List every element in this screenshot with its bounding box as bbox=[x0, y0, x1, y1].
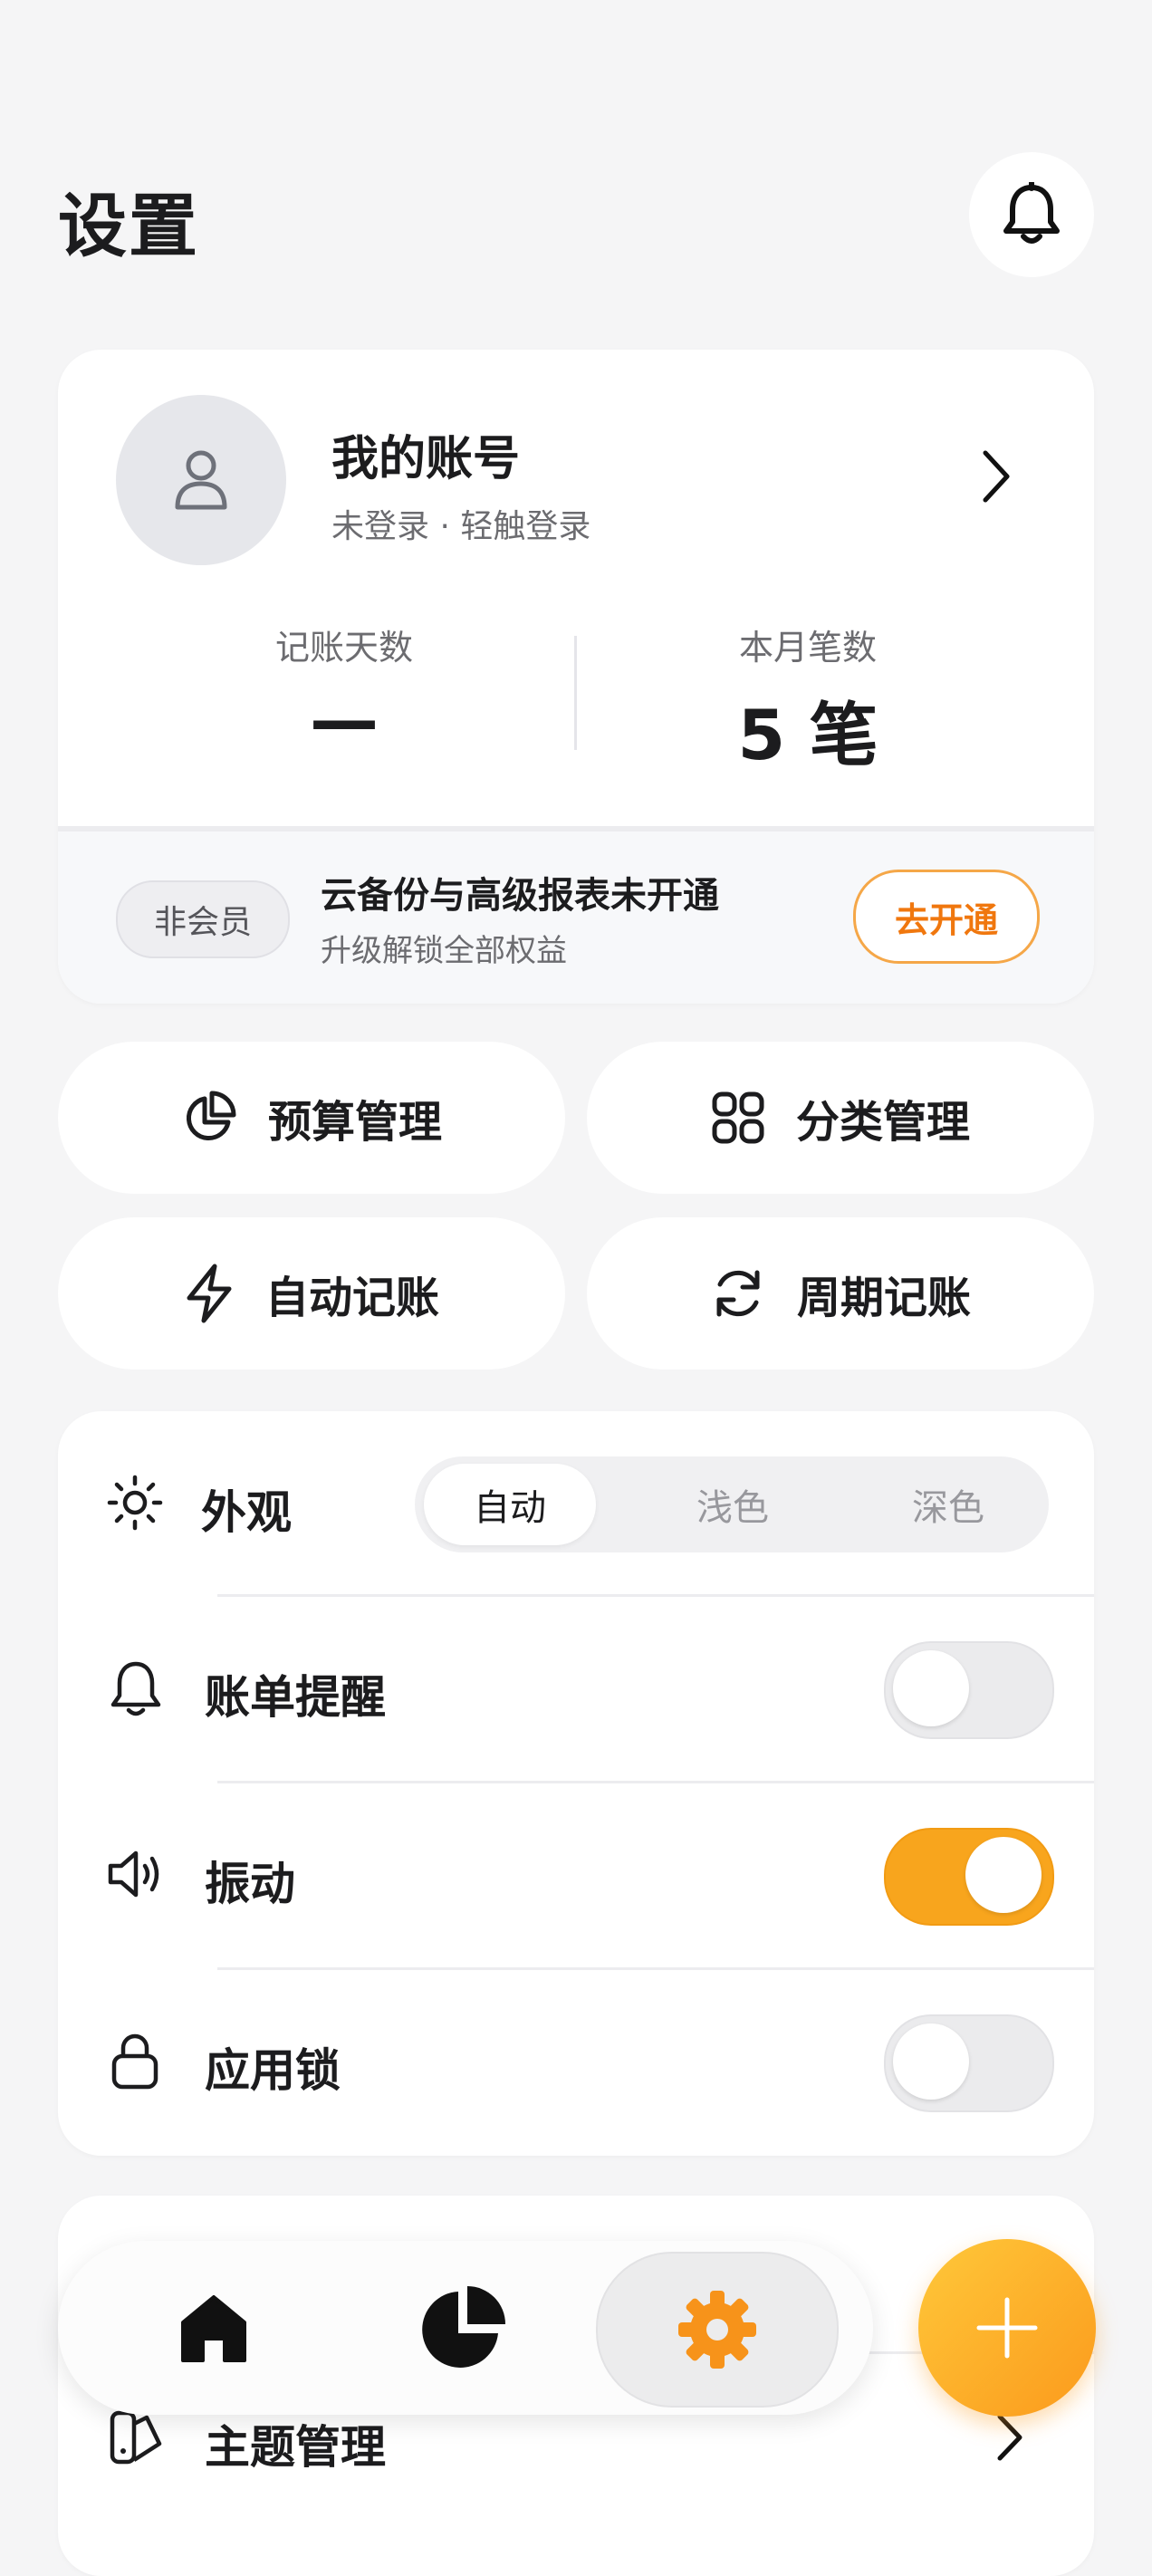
nav-statistics[interactable] bbox=[344, 2252, 583, 2404]
bell-icon bbox=[109, 1659, 163, 1719]
pie-chart-icon bbox=[181, 1090, 237, 1146]
theme-management-label: 主题管理 bbox=[205, 2421, 386, 2474]
toggle-knob bbox=[965, 1837, 1042, 1913]
toggle-knob bbox=[893, 1650, 969, 1726]
stat-label-entries: 本月笔数 bbox=[738, 628, 877, 668]
vibration-label: 振动 bbox=[205, 1858, 295, 1910]
nav-settings[interactable] bbox=[596, 2252, 839, 2408]
settings-card: 外观 自动 浅色 深色 账单提醒 振动 应用锁 bbox=[58, 1411, 1094, 2156]
appearance-option-light[interactable]: 浅色 bbox=[647, 1464, 819, 1545]
stat-value-entries: 5 笔 bbox=[737, 695, 878, 775]
account-card[interactable]: 我的账号 未登录 · 轻触登录 记账天数 — 本月笔数 5 笔 非会员 云备份与… bbox=[58, 350, 1094, 1004]
member-status-badge: 非会员 bbox=[116, 880, 290, 958]
vibration-toggle[interactable] bbox=[884, 1828, 1054, 1926]
bill-reminder-toggle[interactable] bbox=[884, 1641, 1054, 1739]
grid-icon bbox=[711, 1091, 765, 1145]
upgrade-button[interactable]: 去开通 bbox=[853, 870, 1040, 964]
chart-icon bbox=[418, 2283, 509, 2373]
category-management-button[interactable]: 分类管理 bbox=[587, 1042, 1094, 1194]
auto-bookkeeping-button[interactable]: 自动记账 bbox=[58, 1217, 565, 1370]
sun-icon bbox=[107, 1475, 163, 1531]
row-divider bbox=[217, 1781, 1094, 1783]
appearance-label: 外观 bbox=[201, 1486, 292, 1539]
app-lock-toggle[interactable] bbox=[884, 2014, 1054, 2112]
budget-management-button[interactable]: 预算管理 bbox=[58, 1042, 565, 1194]
speaker-icon bbox=[105, 1846, 165, 1902]
lock-icon bbox=[110, 2031, 159, 2091]
stat-label-days: 记账天数 bbox=[274, 628, 413, 668]
nav-home[interactable] bbox=[94, 2252, 333, 2404]
row-divider bbox=[217, 1967, 1094, 1970]
page-title: 设置 bbox=[58, 186, 199, 266]
add-entry-button[interactable] bbox=[918, 2239, 1096, 2417]
quick-action-label: 分类管理 bbox=[795, 1097, 970, 1148]
app-lock-label: 应用锁 bbox=[205, 2044, 341, 2097]
home-icon bbox=[178, 2292, 250, 2364]
membership-title: 云备份与高级报表未开通 bbox=[321, 875, 719, 917]
membership-banner: 非会员 云备份与高级报表未开通 升级解锁全部权益 去开通 bbox=[58, 826, 1094, 1004]
bottom-navigation bbox=[58, 2241, 873, 2415]
stats-divider bbox=[574, 636, 577, 750]
bill-reminder-label: 账单提醒 bbox=[205, 1671, 386, 1724]
recurring-bookkeeping-button[interactable]: 周期记账 bbox=[587, 1217, 1094, 1370]
palette-icon bbox=[109, 2409, 165, 2465]
avatar[interactable] bbox=[116, 395, 286, 565]
refresh-icon bbox=[710, 1265, 766, 1322]
login-prompt[interactable]: 未登录 · 轻触登录 bbox=[331, 500, 590, 547]
notifications-button[interactable] bbox=[969, 152, 1094, 277]
plus-icon bbox=[975, 2296, 1039, 2360]
bell-icon bbox=[1002, 182, 1061, 247]
appearance-segmented-control: 自动 浅色 深色 bbox=[415, 1456, 1049, 1552]
appearance-option-auto[interactable]: 自动 bbox=[424, 1464, 596, 1545]
user-icon bbox=[172, 447, 230, 513]
quick-action-label: 预算管理 bbox=[267, 1097, 442, 1148]
quick-action-label: 自动记账 bbox=[264, 1273, 439, 1323]
chevron-right-icon bbox=[994, 2411, 1025, 2464]
row-divider bbox=[217, 1594, 1094, 1597]
chevron-right-icon[interactable] bbox=[980, 447, 1013, 505]
toggle-knob bbox=[893, 2023, 969, 2100]
account-name: 我的账号 bbox=[331, 432, 521, 486]
gear-icon bbox=[677, 2289, 758, 2370]
membership-subtitle: 升级解锁全部权益 bbox=[321, 933, 567, 969]
lightning-icon bbox=[184, 1264, 235, 1323]
stat-value-days: — bbox=[310, 679, 379, 760]
quick-action-label: 周期记账 bbox=[796, 1273, 971, 1323]
appearance-option-dark[interactable]: 深色 bbox=[862, 1464, 1034, 1545]
